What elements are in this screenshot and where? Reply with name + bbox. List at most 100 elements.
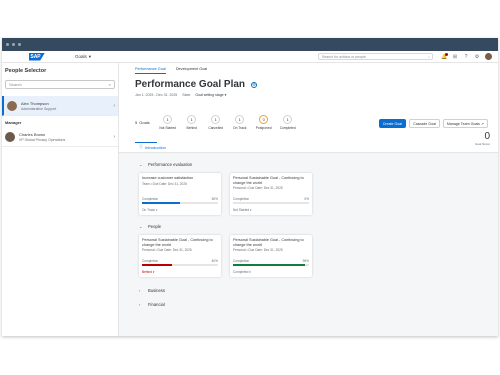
person-role: Administrative Support bbox=[21, 106, 57, 111]
person-role: VP Global Privacy Operations bbox=[19, 137, 66, 142]
section-performance-evaluation[interactable]: ⌄ Performance evaluation bbox=[139, 161, 498, 167]
people-selector-title: People Selector bbox=[5, 68, 47, 74]
person-name: Charles Brown bbox=[19, 131, 46, 137]
stat-postponed[interactable]: 0 Postponed bbox=[252, 115, 276, 130]
stat-label: On Track bbox=[233, 126, 247, 130]
goal-title: Increase customer satisfaction bbox=[142, 176, 194, 180]
goal-meta: Team • Due Date: Dec 31, 2025 bbox=[142, 181, 187, 186]
section-business[interactable]: › Business bbox=[139, 287, 498, 293]
person-avatar bbox=[7, 100, 17, 111]
stat-value: 0 bbox=[259, 115, 269, 124]
sap-logo[interactable]: SAP bbox=[29, 52, 45, 61]
goals-tab-underline bbox=[135, 142, 157, 143]
goal-score-label: Goal Score bbox=[474, 142, 490, 146]
introduction-link[interactable]: ⓘ Introduction bbox=[139, 144, 166, 150]
stat-on-track[interactable]: 1 On Track bbox=[228, 115, 252, 130]
stat-not-started[interactable]: 1 Not Started bbox=[156, 115, 180, 130]
goal-score-value: 0 bbox=[484, 131, 490, 142]
goal-card[interactable]: Personal Sustainable Goal - Continuing t… bbox=[139, 235, 221, 277]
completion-label: Completion bbox=[142, 259, 159, 263]
goal-card[interactable]: Personal Sustainable Goal - Continuing t… bbox=[230, 173, 312, 215]
goals-label: Goals bbox=[139, 120, 150, 125]
goal-status[interactable]: On Track ▾ bbox=[142, 208, 157, 212]
section-people[interactable]: ⌄ People bbox=[139, 223, 498, 229]
window-dot-icon bbox=[12, 43, 15, 46]
shell-bar: SAP Goals ▾ Search for actions or people… bbox=[2, 51, 498, 63]
people-search-placeholder: Search bbox=[9, 82, 22, 87]
person-item-selected[interactable]: Alex Thompson Administrative Support › bbox=[2, 96, 118, 116]
user-avatar[interactable] bbox=[485, 53, 492, 60]
manager-label: Manager bbox=[5, 120, 22, 125]
section-title: Business bbox=[148, 287, 165, 293]
completion-label: Completion bbox=[233, 259, 250, 263]
progress-bar bbox=[142, 264, 173, 266]
goal-status-label: Completed bbox=[233, 270, 249, 274]
stat-behind[interactable]: 1 Behind bbox=[180, 115, 204, 130]
stat-value: 1 bbox=[211, 115, 221, 124]
completion-value: 95% bbox=[302, 259, 309, 263]
manage-team-goals-label: Manage Team Goals bbox=[446, 121, 480, 126]
person-avatar bbox=[5, 131, 15, 142]
introduction-label: Introduction bbox=[145, 144, 166, 150]
goal-title: Personal Sustainable Goal - Continuing t… bbox=[142, 238, 213, 247]
people-search-input[interactable]: Search ⌕ bbox=[5, 80, 115, 89]
stat-label: Cancelled bbox=[208, 126, 224, 130]
grid-icon[interactable]: ⊞ bbox=[452, 54, 458, 60]
section-title: Financial bbox=[148, 301, 165, 307]
settings-icon[interactable]: ⚙ bbox=[474, 54, 480, 60]
chevron-right-icon: › bbox=[139, 287, 141, 293]
stat-label: Not Started bbox=[159, 126, 177, 130]
tab-development-goal[interactable]: Development Goal bbox=[176, 67, 207, 74]
chevron-right-icon: › bbox=[113, 133, 115, 140]
shell-search-placeholder: Search for actions or people bbox=[322, 54, 366, 59]
state-select-value: Goal setting stage bbox=[195, 93, 224, 97]
plan-period: Jan 1, 2025 - Dec 31, 2025 bbox=[135, 93, 178, 97]
goal-tabs: Performance Goal Development Goal bbox=[119, 63, 498, 74]
state-select[interactable]: Goal setting stage ▾ bbox=[195, 93, 226, 97]
page-title: Performance Goal Plan bbox=[135, 79, 246, 90]
stat-completed[interactable]: 1 Completed bbox=[276, 115, 300, 130]
goal-status[interactable]: Behind ▾ bbox=[142, 270, 154, 274]
completion-label: Completion bbox=[142, 197, 159, 201]
goal-status[interactable]: Not Started ▾ bbox=[233, 208, 252, 212]
chevron-right-icon: › bbox=[113, 102, 115, 109]
goal-status[interactable]: Completed ▾ bbox=[233, 270, 251, 274]
goals-menu-label: Goals bbox=[75, 54, 87, 59]
app-window: SAP Goals ▾ Search for actions or people… bbox=[2, 38, 498, 336]
stat-value: 1 bbox=[283, 115, 293, 124]
goal-score: 0 Goal Score bbox=[475, 131, 490, 146]
notification-bell-icon[interactable]: 🔔 bbox=[441, 52, 448, 60]
settings-icon[interactable]: ⚙ bbox=[251, 81, 258, 88]
manage-team-goals-button[interactable]: Manage Team Goals ↗ bbox=[442, 119, 488, 128]
goal-meta: Personal • Due Date: Dec 31, 2025 bbox=[233, 248, 283, 253]
section-financial[interactable]: › Financial bbox=[139, 301, 498, 307]
create-goal-button[interactable]: Create Goal bbox=[378, 119, 407, 128]
info-icon: ⓘ bbox=[139, 144, 143, 149]
search-icon: ⌕ bbox=[108, 82, 111, 87]
completion-label: Completion bbox=[233, 197, 250, 201]
chevron-down-icon: ⌄ bbox=[139, 223, 143, 229]
cascade-goal-button[interactable]: Cascade Goal bbox=[409, 119, 440, 128]
goal-card[interactable]: Increase customer satisfaction Team • Du… bbox=[139, 173, 221, 215]
goal-meta: Personal • Due Date: Dec 31, 2025 bbox=[142, 248, 192, 253]
goals-count-tab[interactable]: 5 Goals bbox=[135, 120, 156, 125]
stat-value: 1 bbox=[163, 115, 173, 124]
chevron-right-icon: › bbox=[139, 301, 141, 307]
goal-status-label: Behind bbox=[142, 270, 152, 274]
shell-search-input[interactable]: Search for actions or people ⌕ bbox=[318, 53, 433, 60]
people-selector-panel: People Selector Search ⌕ Alex Thompson A… bbox=[2, 63, 119, 336]
tab-performance-goal[interactable]: Performance Goal bbox=[135, 67, 166, 74]
window-dot-icon bbox=[6, 43, 9, 46]
stat-cancelled[interactable]: 1 Cancelled bbox=[204, 115, 228, 130]
chevron-down-icon: ⌄ bbox=[139, 161, 143, 167]
header-actions: Create Goal Cascade Goal Manage Team Goa… bbox=[378, 119, 488, 128]
goals-menu[interactable]: Goals ▾ bbox=[75, 54, 91, 60]
goal-plan-main: Performance Goal Development Goal Perfor… bbox=[119, 63, 498, 336]
stat-value: 1 bbox=[187, 115, 197, 124]
goals-count: 5 bbox=[135, 120, 138, 125]
person-item-manager[interactable]: Charles Brown VP Global Privacy Operatio… bbox=[2, 127, 118, 147]
goal-card[interactable]: Personal Sustainable Goal - Continuing t… bbox=[230, 235, 312, 277]
goal-meta: Personal • Due Date: Dec 31, 2025 bbox=[233, 186, 283, 191]
help-icon[interactable]: ? bbox=[463, 54, 469, 60]
completion-value: 40% bbox=[211, 259, 218, 263]
